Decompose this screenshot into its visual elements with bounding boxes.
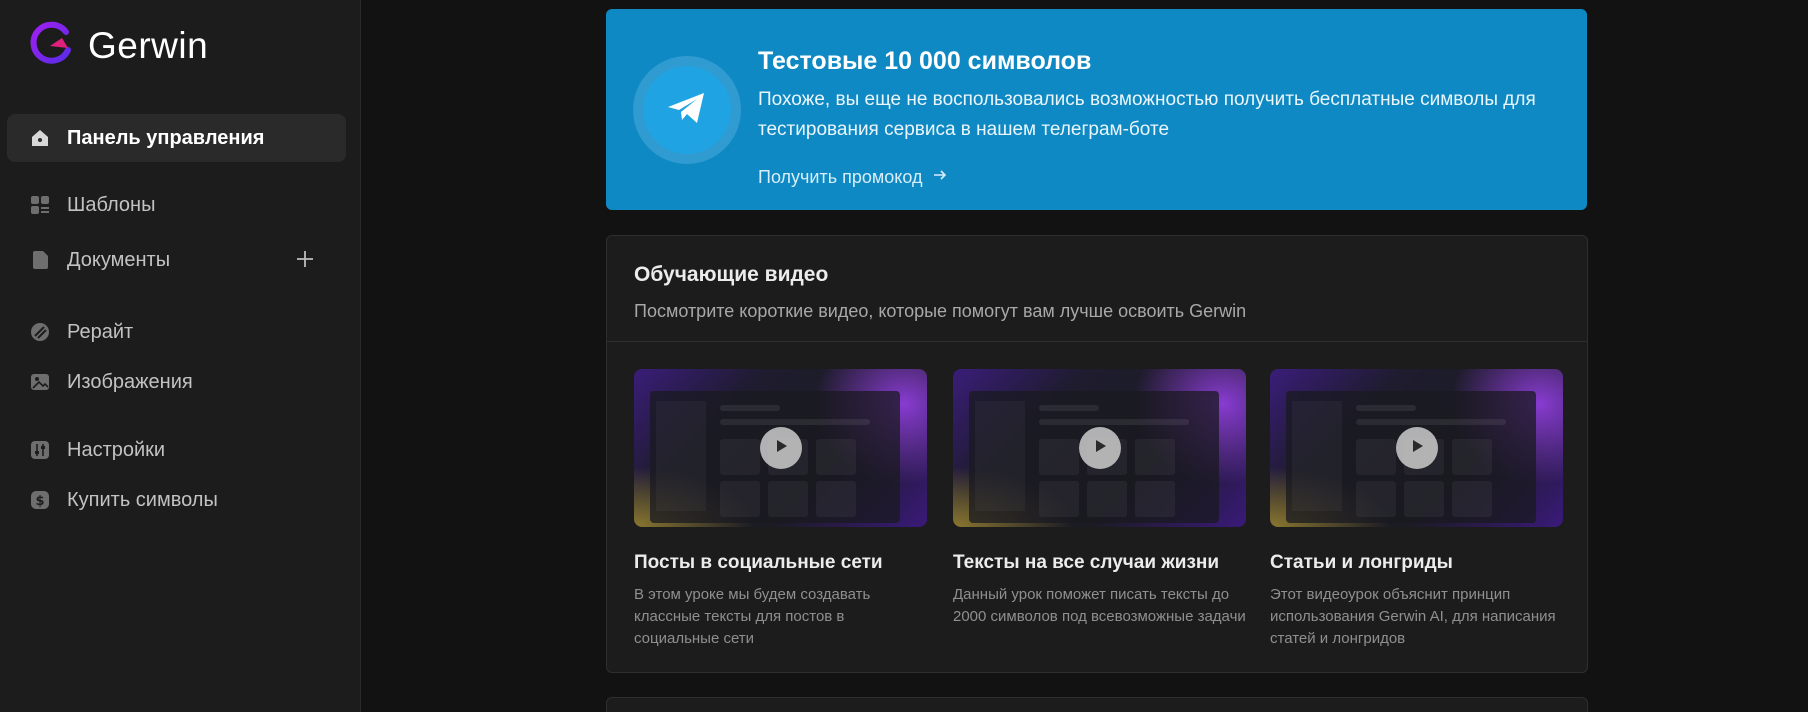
- play-icon: [1092, 438, 1108, 459]
- sidebar-item-label: Настройки: [67, 438, 166, 461]
- video-title: Статьи и лонгриды: [1270, 552, 1453, 573]
- plus-icon: [295, 249, 315, 274]
- main-content: Тестовые 10 000 символов Похоже, вы еще …: [362, 0, 1808, 712]
- promo-banner: Тестовые 10 000 символов Похоже, вы еще …: [606, 9, 1587, 210]
- rewrite-icon: [29, 321, 51, 343]
- sidebar-item-buy-symbols[interactable]: $ Купить символы: [7, 476, 346, 524]
- play-button[interactable]: [1078, 427, 1121, 469]
- dollar-icon: $: [29, 489, 51, 511]
- play-button[interactable]: [1395, 427, 1438, 469]
- video-card[interactable]: Тексты на все случаи жизни Данный урок п…: [953, 369, 1246, 628]
- telegram-badge: [633, 56, 741, 164]
- sidebar-item-rewrite[interactable]: Рерайт: [7, 308, 346, 356]
- videos-header: Обучающие видео Посмотрите короткие виде…: [607, 236, 1587, 342]
- video-title: Тексты на все случаи жизни: [953, 552, 1220, 573]
- promo-link-label: Получить промокод: [758, 167, 923, 187]
- brand-logo[interactable]: Gerwin: [28, 20, 208, 71]
- video-title: Посты в социальные сети: [634, 552, 883, 573]
- tutorial-videos-panel: Обучающие видео Посмотрите короткие виде…: [606, 235, 1588, 673]
- video-thumbnail[interactable]: [634, 369, 927, 527]
- sidebar: Gerwin Панель управления Шаблоны Докумен…: [0, 0, 361, 712]
- arrow-right-icon: [922, 167, 948, 188]
- sidebar-item-label: Купить символы: [67, 488, 218, 511]
- sidebar-item-images[interactable]: Изображения: [7, 358, 346, 406]
- video-thumbnail[interactable]: [953, 369, 1246, 527]
- sidebar-item-label: Панель управления: [67, 126, 265, 149]
- video-card[interactable]: Статьи и лонгриды Этот видеоурок объясни…: [1270, 369, 1563, 650]
- sidebar-item-templates[interactable]: Шаблоны: [7, 181, 346, 229]
- play-icon: [773, 438, 789, 459]
- get-promocode-link[interactable]: Получить промокод: [758, 167, 948, 188]
- telegram-icon: [662, 83, 712, 138]
- play-button[interactable]: [759, 427, 802, 469]
- play-icon: [1409, 438, 1425, 459]
- videos-title: Обучающие видео: [634, 263, 829, 286]
- sidebar-item-dashboard[interactable]: Панель управления: [7, 114, 346, 162]
- settings-icon: [29, 439, 51, 461]
- svg-text:$: $: [35, 494, 44, 509]
- video-description: Этот видеоурок объяснит принцип использо…: [1270, 586, 1556, 647]
- image-icon: [29, 371, 51, 393]
- promo-title: Тестовые 10 000 символов: [758, 47, 1092, 75]
- video-description: В этом уроке мы будем создавать классные…: [634, 586, 871, 647]
- sidebar-item-label: Шаблоны: [67, 193, 156, 216]
- sidebar-item-settings[interactable]: Настройки: [7, 426, 346, 474]
- gerwin-logo-icon: [28, 20, 74, 71]
- home-icon: [29, 127, 51, 149]
- sidebar-item-label: Документы: [67, 248, 171, 271]
- videos-subtitle: Посмотрите короткие видео, которые помог…: [634, 301, 1247, 321]
- next-panel: [606, 697, 1588, 712]
- sidebar-item-label: Рерайт: [67, 320, 134, 343]
- promo-text: Похоже, вы еще не воспользовались возмож…: [758, 89, 1536, 140]
- sidebar-item-label: Изображения: [67, 370, 193, 393]
- grid-icon: [29, 194, 51, 216]
- video-description: Данный урок поможет писать тексты до 200…: [953, 586, 1246, 625]
- video-thumbnail[interactable]: [1270, 369, 1563, 527]
- add-document-button[interactable]: [292, 248, 318, 274]
- video-card[interactable]: Посты в социальные сети В этом уроке мы …: [634, 369, 927, 650]
- document-icon: [29, 249, 51, 271]
- brand-name: Gerwin: [88, 24, 209, 66]
